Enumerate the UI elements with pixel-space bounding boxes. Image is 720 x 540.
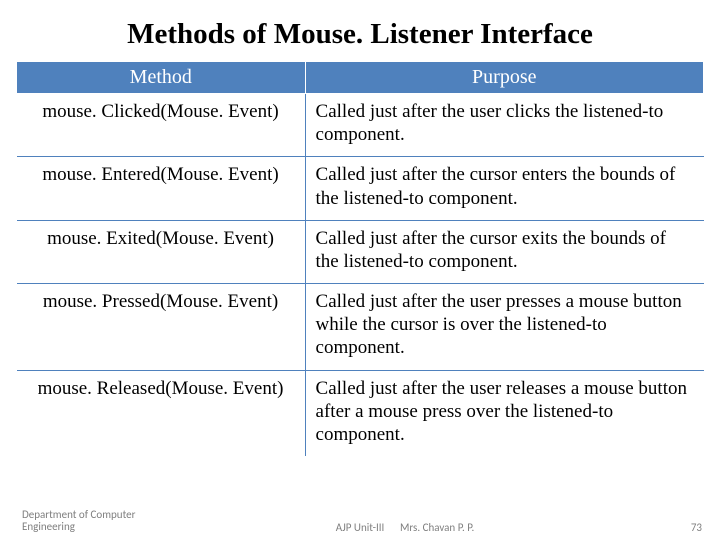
header-method: Method [17, 62, 306, 94]
method-cell: mouse. Entered(Mouse. Event) [17, 157, 306, 220]
method-cell: mouse. Released(Mouse. Event) [17, 370, 306, 456]
table-row: mouse. Exited(Mouse. Event) Called just … [17, 220, 704, 283]
method-cell: mouse. Clicked(Mouse. Event) [17, 94, 306, 157]
method-cell: mouse. Pressed(Mouse. Event) [17, 284, 306, 371]
table-header-row: Method Purpose [17, 62, 704, 94]
footer-unit: AJP Unit-III [0, 521, 720, 534]
methods-table: Method Purpose mouse. Clicked(Mouse. Eve… [16, 61, 704, 456]
footer-page-number: 73 [691, 521, 702, 534]
table-row: mouse. Entered(Mouse. Event) Called just… [17, 157, 704, 220]
table-row: mouse. Clicked(Mouse. Event) Called just… [17, 94, 704, 157]
slide-title: Methods of Mouse. Listener Interface [0, 0, 720, 61]
purpose-cell: Called just after the cursor enters the … [305, 157, 703, 220]
footer-author: Mrs. Chavan P. P. [400, 521, 474, 534]
method-cell: mouse. Exited(Mouse. Event) [17, 220, 306, 283]
table-row: mouse. Released(Mouse. Event) Called jus… [17, 370, 704, 456]
purpose-cell: Called just after the cursor exits the b… [305, 220, 703, 283]
header-purpose: Purpose [305, 62, 703, 94]
purpose-cell: Called just after the user presses a mou… [305, 284, 703, 371]
purpose-cell: Called just after the user clicks the li… [305, 94, 703, 157]
table-row: mouse. Pressed(Mouse. Event) Called just… [17, 284, 704, 371]
purpose-cell: Called just after the user releases a mo… [305, 370, 703, 456]
